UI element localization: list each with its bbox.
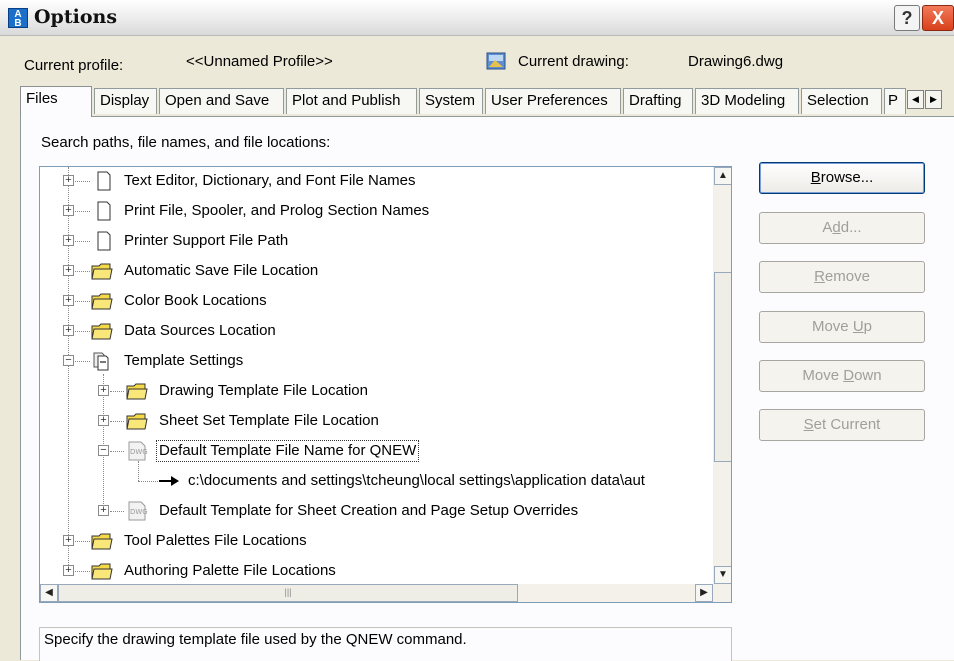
tab-user-preferences[interactable]: User Preferences xyxy=(485,88,621,114)
tree-item-label: Automatic Save File Location xyxy=(124,262,319,279)
tree-item[interactable]: − Template Settings xyxy=(40,347,706,377)
description-box: Specify the drawing template file used b… xyxy=(39,627,732,661)
tab-3d-modeling[interactable]: 3D Modeling xyxy=(695,88,799,114)
tree-item[interactable]: + Color Book Locations xyxy=(40,287,706,317)
tab-drafting[interactable]: Drafting xyxy=(623,88,693,114)
expand-icon[interactable]: + xyxy=(98,385,109,396)
tab-display[interactable]: Display xyxy=(94,88,157,114)
tree-item-label: Template Settings xyxy=(124,352,244,369)
folder-icon xyxy=(91,263,113,280)
tab-scroll-right-icon[interactable]: ▶ xyxy=(925,90,942,109)
window-title: Options xyxy=(34,6,118,28)
tree-item[interactable]: + Print File, Spooler, and Prolog Sectio… xyxy=(40,197,706,227)
search-paths-tree[interactable]: + Text Editor, Dictionary, and Font File… xyxy=(39,166,732,603)
scroll-right-icon[interactable]: ▶ xyxy=(695,584,713,602)
scroll-thumb[interactable] xyxy=(714,272,731,462)
tree-item-label: Tool Palettes File Locations xyxy=(124,532,307,549)
folder-icon xyxy=(91,563,113,580)
tree-item[interactable]: + Printer Support File Path xyxy=(40,227,706,257)
tree-item-label: Drawing Template File Location xyxy=(159,382,368,399)
scroll-down-icon[interactable]: ▼ xyxy=(714,566,731,584)
expand-icon[interactable]: + xyxy=(63,235,74,246)
expand-icon[interactable]: + xyxy=(63,265,74,276)
drawing-icon xyxy=(486,52,506,70)
tree-item-label: Sheet Set Template File Location xyxy=(159,412,379,429)
tab-open-and-save[interactable]: Open and Save xyxy=(159,88,284,114)
dwg-file-icon: DWG xyxy=(128,501,148,521)
tree-item-label: Color Book Locations xyxy=(124,292,267,309)
tree-item-label: Text Editor, Dictionary, and Font File N… xyxy=(124,172,416,189)
help-button[interactable]: ? xyxy=(894,5,920,31)
document-icon xyxy=(97,171,111,191)
expand-icon[interactable]: + xyxy=(98,415,109,426)
tree-item[interactable]: + Data Sources Location xyxy=(40,317,706,347)
document-icon xyxy=(97,201,111,221)
tree-item-label: Authoring Palette File Locations xyxy=(124,562,336,579)
move-up-button[interactable]: Move Up xyxy=(759,311,925,343)
tree-item-label: Data Sources Location xyxy=(124,322,276,339)
set-current-button[interactable]: Set Current xyxy=(759,409,925,441)
files-panel: Search paths, file names, and file locat… xyxy=(20,116,954,661)
tab-profiles-partial[interactable]: P xyxy=(884,88,906,114)
tree-item-path[interactable]: c:\documents and settings\tcheung\local … xyxy=(40,461,706,497)
document-icon xyxy=(97,231,111,251)
tree-item[interactable]: + Authoring Palette File Locations xyxy=(40,557,706,587)
tab-files[interactable]: Files xyxy=(20,86,92,117)
expand-icon[interactable]: + xyxy=(63,535,74,546)
tree-item-label: Printer Support File Path xyxy=(124,232,289,249)
current-drawing-value: Drawing6.dwg xyxy=(688,53,784,70)
folder-icon xyxy=(91,293,113,310)
tree-item-selected[interactable]: − DWG Default Template File Name for QNE… xyxy=(40,437,706,467)
arrow-icon xyxy=(159,476,179,486)
tree-item[interactable]: + DWG Default Template for Sheet Creatio… xyxy=(40,497,706,527)
tree-item-label: Default Template for Sheet Creation and … xyxy=(159,502,579,519)
expand-icon[interactable]: + xyxy=(63,325,74,336)
scroll-left-icon[interactable]: ◀ xyxy=(40,584,58,602)
tab-plot-and-publish[interactable]: Plot and Publish xyxy=(286,88,417,114)
browse-button[interactable]: Browse... xyxy=(759,162,925,194)
scroll-up-icon[interactable]: ▲ xyxy=(714,167,731,185)
collapse-icon[interactable]: − xyxy=(63,355,74,366)
current-profile-label: Current profile: xyxy=(24,57,124,74)
add-button[interactable]: Add... xyxy=(759,212,925,244)
tree-item-label: c:\documents and settings\tcheung\local … xyxy=(188,472,645,489)
search-paths-label: Search paths, file names, and file locat… xyxy=(41,134,331,151)
expand-icon[interactable]: + xyxy=(63,565,74,576)
tree-item[interactable]: + Drawing Template File Location xyxy=(40,377,706,407)
app-icon: AB xyxy=(8,8,28,29)
svg-text:DWG: DWG xyxy=(130,508,148,516)
current-profile-value: <<Unnamed Profile>> xyxy=(186,53,333,70)
title-bar: AB Options ? X xyxy=(0,0,954,36)
tab-system[interactable]: System xyxy=(419,88,483,114)
tree-item-label: Default Template File Name for QNEW xyxy=(156,440,420,462)
current-drawing-label: Current drawing: xyxy=(518,53,629,70)
expand-icon[interactable]: + xyxy=(63,205,74,216)
folder-icon xyxy=(91,323,113,340)
tab-selection[interactable]: Selection xyxy=(801,88,882,114)
collapse-icon[interactable]: − xyxy=(98,445,109,456)
dwg-file-icon: DWG xyxy=(128,441,148,461)
vertical-scrollbar[interactable]: ▲ ▼ xyxy=(713,167,731,584)
tab-scroll-left-icon[interactable]: ◀ xyxy=(907,90,924,109)
tree-item-label: Print File, Spooler, and Prolog Section … xyxy=(124,202,430,219)
move-down-button[interactable]: Move Down xyxy=(759,360,925,392)
expand-icon[interactable]: + xyxy=(98,505,109,516)
expand-icon[interactable]: + xyxy=(63,175,74,186)
svg-text:DWG: DWG xyxy=(130,448,148,456)
close-button[interactable]: X xyxy=(922,5,954,31)
remove-button[interactable]: Remove xyxy=(759,261,925,293)
template-icon xyxy=(93,352,109,371)
horizontal-scrollbar[interactable]: ◀ ||| ▶ xyxy=(40,584,731,602)
tree-item[interactable]: + Text Editor, Dictionary, and Font File… xyxy=(40,167,706,197)
horizontal-scroll-thumb[interactable]: ||| xyxy=(58,584,518,602)
folder-icon xyxy=(126,383,148,400)
expand-icon[interactable]: + xyxy=(63,295,74,306)
tree-item[interactable]: + Automatic Save File Location xyxy=(40,257,706,287)
tab-strip: Files Display Open and Save Plot and Pub… xyxy=(20,86,954,117)
tree-item[interactable]: + Tool Palettes File Locations xyxy=(40,527,706,557)
folder-icon xyxy=(91,533,113,550)
profile-row: Current profile: <<Unnamed Profile>> Cur… xyxy=(0,52,954,76)
folder-icon xyxy=(126,413,148,430)
tree-item[interactable]: + Sheet Set Template File Location xyxy=(40,407,706,437)
